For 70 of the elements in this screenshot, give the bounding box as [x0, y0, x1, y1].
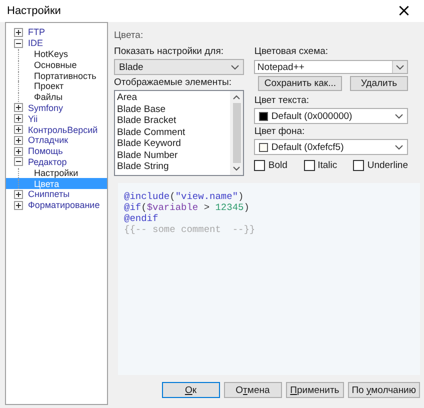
- dialog-button[interactable]: Ок: [162, 382, 220, 398]
- chevron-down-icon: [395, 114, 403, 118]
- scheme-combobox[interactable]: Notepad++: [254, 60, 408, 74]
- tree-item[interactable]: Настройки: [33, 168, 80, 178]
- tree-item[interactable]: Yii: [27, 114, 39, 124]
- tree-item[interactable]: Помощь: [27, 146, 64, 156]
- field-label: Цветовая схема:: [254, 46, 330, 57]
- window-title: Настройки: [7, 5, 61, 17]
- color-swatch: [259, 142, 268, 152]
- expander-icon[interactable]: [14, 200, 23, 210]
- tree-item[interactable]: Сниппеты: [27, 189, 71, 200]
- code-line: {{-- some comment --}}: [124, 224, 256, 235]
- tree-item[interactable]: Проект: [33, 81, 65, 92]
- tree-item[interactable]: Файлы: [33, 92, 64, 102]
- close-button[interactable]: ×: [384, 0, 424, 22]
- save-as-button[interactable]: Сохранить как...: [258, 76, 342, 91]
- code-line: @include("view.name"): [124, 191, 244, 202]
- checkbox[interactable]: [304, 160, 315, 171]
- language-dropdown[interactable]: Blade: [114, 59, 244, 75]
- dialog-button[interactable]: Отмена: [224, 382, 282, 398]
- chevron-down-icon: [395, 144, 403, 150]
- field-label: Отображаемые элементы:: [114, 77, 232, 88]
- list-item[interactable]: Blade String: [117, 161, 230, 172]
- dialog-button[interactable]: По умолчанию: [348, 382, 420, 398]
- chevron-down-icon: [231, 64, 240, 70]
- expander-icon[interactable]: [14, 114, 23, 124]
- tree-item[interactable]: FTP: [27, 27, 46, 38]
- checkbox-label: Underline: [367, 160, 408, 171]
- list-item[interactable]: Area: [117, 92, 230, 104]
- expander-icon[interactable]: [14, 146, 23, 156]
- expander-icon[interactable]: [14, 103, 23, 112]
- list-item[interactable]: Blade Base: [117, 104, 230, 115]
- field-label: Цвет фона:: [254, 126, 306, 137]
- scroll-down-icon[interactable]: [233, 166, 240, 171]
- tree-item[interactable]: Основные: [33, 60, 78, 70]
- tree-item[interactable]: IDE: [27, 38, 44, 48]
- expander-icon[interactable]: [14, 125, 23, 134]
- list-item[interactable]: Blade Comment: [117, 126, 230, 138]
- expander-icon[interactable]: [14, 38, 23, 48]
- expander-icon[interactable]: [14, 190, 23, 199]
- tree-item[interactable]: Symfony: [27, 102, 64, 113]
- checkbox-label: Italic: [318, 160, 338, 171]
- background-color-dropdown[interactable]: Default (0xfefcf5): [254, 139, 408, 155]
- color-swatch: [259, 112, 268, 120]
- scrollbar[interactable]: [230, 91, 244, 175]
- code-line: @if($variable > 12345): [124, 202, 250, 213]
- scroll-up-icon[interactable]: [233, 95, 240, 100]
- list-item[interactable]: Blade Number: [117, 150, 230, 161]
- list-item[interactable]: Blade Bracket: [117, 115, 230, 126]
- dialog-button[interactable]: Применить: [286, 382, 344, 398]
- field-label: Показать настройки для:: [114, 46, 225, 57]
- expander-icon[interactable]: [14, 136, 23, 145]
- tree-item[interactable]: Форматирование: [27, 200, 101, 210]
- expander-icon[interactable]: [14, 157, 23, 166]
- expander-icon[interactable]: [14, 28, 23, 37]
- tree-item[interactable]: Редактор: [27, 156, 68, 167]
- tree-item[interactable]: Отладчик: [27, 135, 70, 146]
- delete-button[interactable]: Удалить: [350, 76, 408, 91]
- checkbox[interactable]: [254, 160, 266, 171]
- chevron-down-icon: [396, 64, 404, 70]
- checkbox[interactable]: [353, 160, 364, 171]
- checkbox-label: Bold: [268, 160, 288, 171]
- text-color-dropdown[interactable]: Default (0x000000): [254, 108, 408, 124]
- field-label: Цвет текста:: [254, 95, 310, 106]
- tree-item[interactable]: КонтрольВерсий: [27, 124, 99, 135]
- tree-item[interactable]: Портативность: [33, 70, 98, 81]
- code-line: @endif: [124, 213, 158, 224]
- tree-item[interactable]: HotKeys: [33, 48, 70, 59]
- list-item[interactable]: Blade Keyword: [117, 138, 230, 150]
- group-label: Цвета:: [114, 30, 144, 41]
